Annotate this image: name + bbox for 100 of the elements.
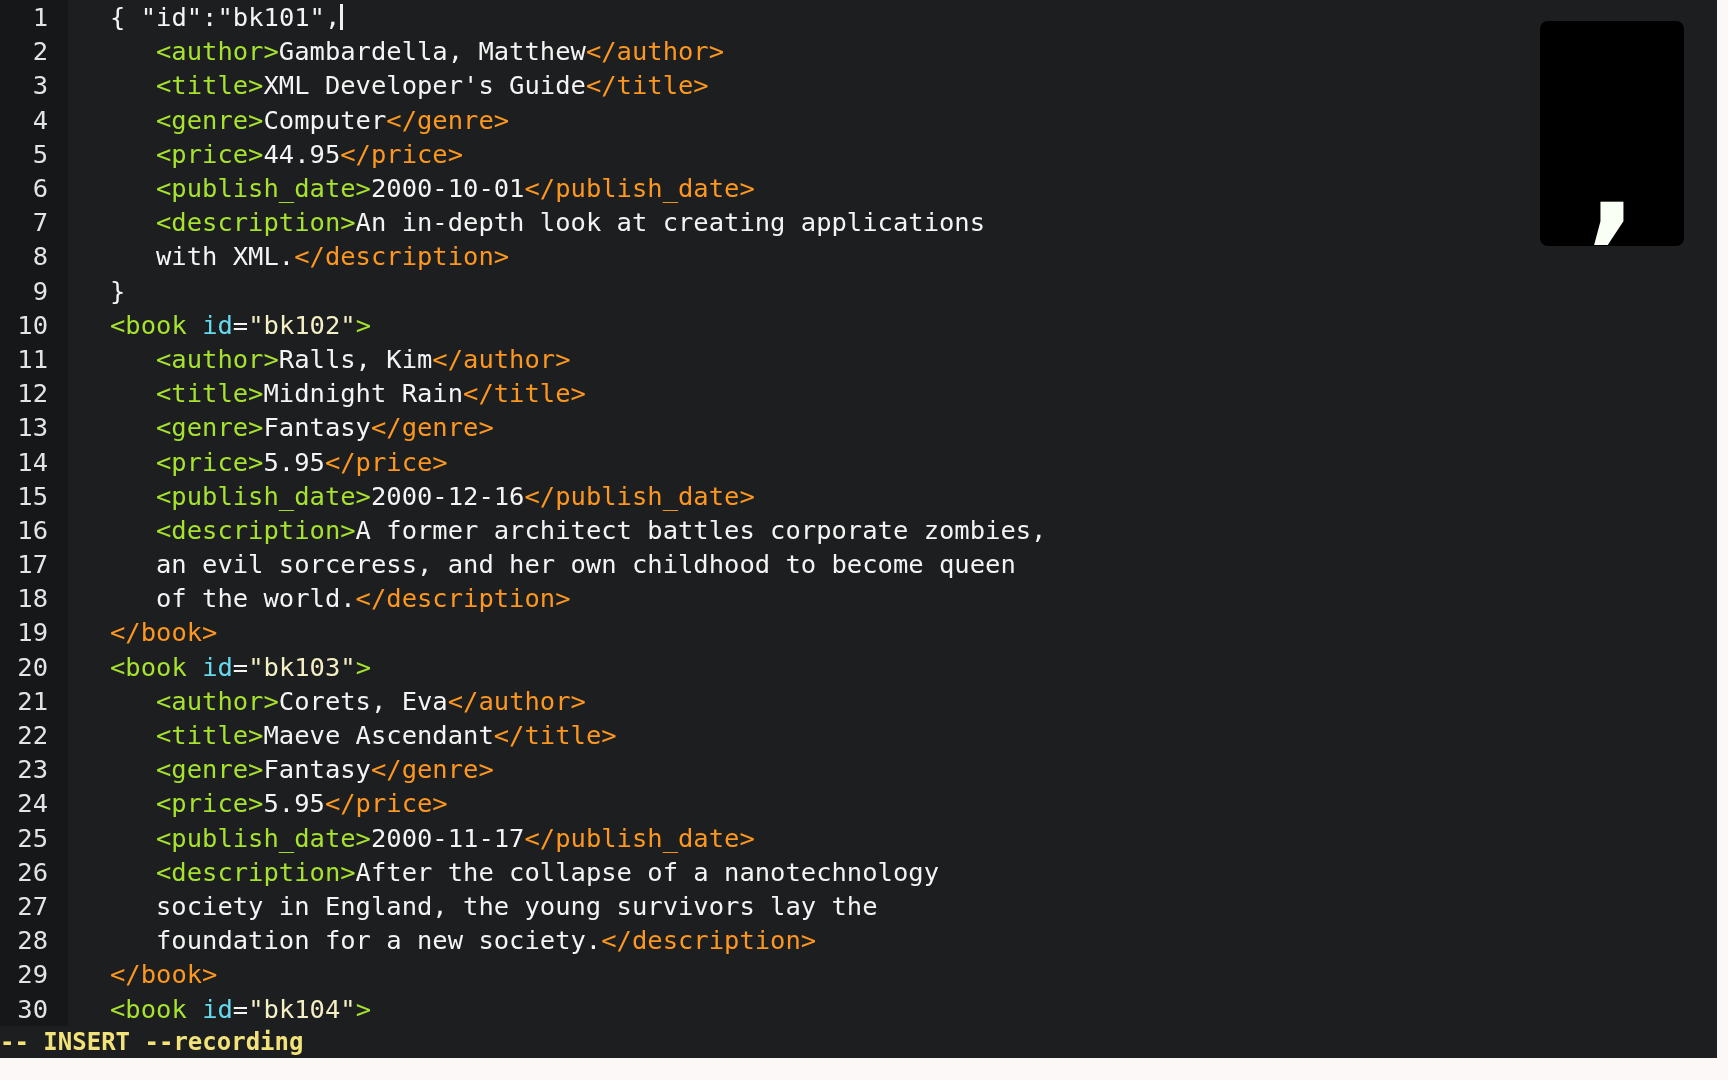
code-token: </genre> (386, 104, 510, 135)
line-number: 17 (0, 547, 68, 582)
code-token: <book (110, 309, 188, 340)
code-token: foundation for a new society. (156, 925, 602, 956)
code-token: with XML. (156, 241, 295, 272)
code-token: <title> (156, 378, 264, 409)
code-token: After the collapse of a nanotechnology (355, 856, 939, 887)
code-token: 2000-10-01 (370, 173, 525, 204)
code-token: </publish_date> (524, 173, 755, 204)
code-token: </description> (355, 583, 571, 614)
line-number: 20 (0, 649, 68, 684)
code-token: <genre> (156, 412, 264, 443)
line-number: 27 (0, 888, 68, 924)
code-token: Maeve Ascendant (263, 720, 494, 751)
code-token: an evil sorceress, and her own childhood to become queen (156, 549, 1016, 580)
code-token: Ralls, Kim (278, 343, 433, 374)
code-token: 5.95 (263, 788, 325, 819)
line-number: 22 (0, 717, 68, 753)
code-token: = (232, 993, 249, 1024)
code-token: Fantasy (263, 754, 371, 785)
code-token: </author> (585, 36, 725, 67)
code-token: </genre> (370, 412, 494, 443)
code-token: id (202, 993, 233, 1024)
code-token: </author> (432, 343, 571, 374)
code-token: <author> (156, 343, 279, 374)
line-number: 8 (0, 239, 68, 274)
line-number: 28 (0, 923, 68, 958)
code-token: </genre> (370, 754, 494, 785)
code-token: <price> (156, 138, 264, 169)
code-token: </book> (110, 959, 218, 990)
code-token: { "id":"bk101", (110, 2, 341, 33)
text-cursor (340, 4, 344, 31)
line-number: 29 (0, 957, 68, 992)
line-number: 23 (0, 752, 68, 787)
line-number: 11 (0, 341, 68, 377)
code-token: "bk104" (248, 993, 356, 1024)
line-number: 24 (0, 786, 68, 821)
code-token: <genre> (156, 754, 264, 785)
code-token: Computer (263, 104, 387, 135)
code-token: Midnight Rain (263, 378, 464, 409)
code-token: of the world. (156, 583, 356, 614)
line-number: 9 (0, 273, 68, 308)
line-number: 15 (0, 478, 68, 513)
code-token: > (355, 309, 372, 340)
code-token: <genre> (156, 104, 264, 135)
code-token: 2000-12-16 (370, 480, 525, 511)
code-token: </book> (110, 617, 218, 648)
code-token: 2000-11-17 (370, 822, 525, 853)
code-token: <publish_date> (156, 173, 371, 204)
line-number: 21 (0, 683, 68, 718)
key-overlay: , (1540, 21, 1684, 246)
code-token: <publish_date> (156, 822, 371, 853)
code-token: <description> (156, 514, 356, 545)
code-token: } (110, 275, 126, 306)
code-token: XML Developer's Guide (263, 70, 586, 101)
code-token: <description> (156, 207, 356, 238)
code-token: </publish_date> (524, 822, 755, 853)
code-token: Corets, Eva (278, 685, 448, 716)
line-number: 14 (0, 444, 68, 479)
line-number: 26 (0, 854, 68, 889)
code-token: id (202, 309, 233, 340)
code-token: <title> (156, 720, 264, 751)
line-number: 7 (0, 205, 68, 240)
code-token: </title> (463, 378, 586, 409)
line-number: 19 (0, 615, 68, 650)
code-token: </publish_date> (524, 480, 755, 511)
code-token: A former architect battles corporate zombies, (355, 514, 1047, 545)
code-token: <description> (156, 856, 356, 887)
code-token: <publish_date> (156, 480, 371, 511)
code-token: Fantasy (263, 412, 371, 443)
line-number: 16 (0, 512, 68, 547)
line-number: 3 (0, 68, 68, 103)
line-number: 25 (0, 820, 68, 855)
code-token: > (355, 993, 372, 1024)
line-number: 1 (0, 0, 68, 35)
code-token: <author> (156, 685, 279, 716)
code-token: <book (110, 993, 188, 1024)
code-token: </price> (324, 446, 448, 477)
line-number: 12 (0, 376, 68, 411)
line-number: 2 (0, 34, 68, 69)
code-token: </title> (585, 70, 709, 101)
code-token: <title> (156, 70, 264, 101)
code-token: 5.95 (263, 446, 325, 477)
code-token: <price> (156, 446, 264, 477)
code-token: <book (110, 651, 188, 682)
code-token: </price> (340, 138, 464, 169)
line-number: 4 (0, 102, 68, 137)
code-token: > (355, 651, 372, 682)
line-number: 10 (0, 307, 68, 342)
code-token: <price> (156, 788, 264, 819)
code-token: Gambardella, Matthew (278, 36, 586, 67)
code-token: </author> (447, 685, 586, 716)
code-token: society in England, the young survivors lay the (156, 890, 878, 921)
code-token: An in-depth look at creating applications (355, 207, 986, 238)
code-token: "bk102" (248, 309, 356, 340)
line-number: 30 (0, 991, 68, 1026)
code-token: = (232, 651, 249, 682)
line-number: 5 (0, 136, 68, 171)
line-number: 6 (0, 170, 68, 206)
code-token: id (202, 651, 233, 682)
